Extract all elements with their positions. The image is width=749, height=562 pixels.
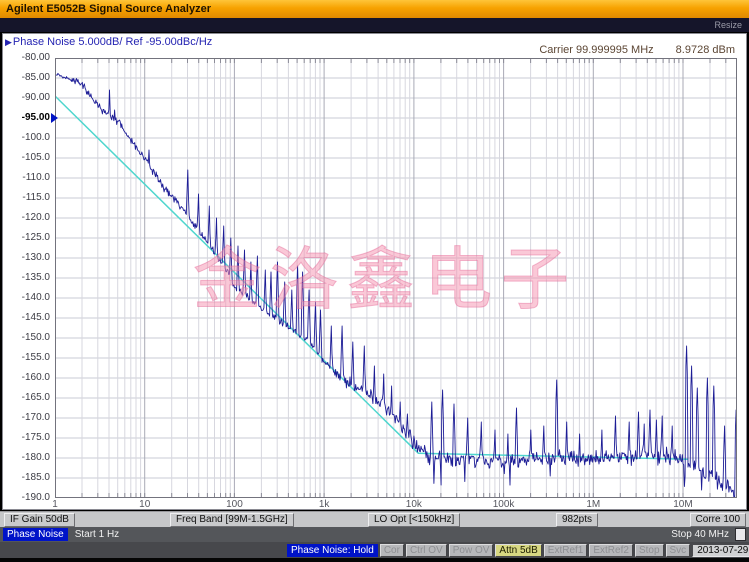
datetime-readout: 2013-07-29 18:14 [692,544,749,557]
y-tick-label: -100.0 [0,132,50,143]
sweep-range-bar: Phase Noise Start 1 Hz Stop 40 MHz [0,527,749,542]
sweep-start-label[interactable]: Start 1 Hz [75,529,119,540]
y-tick-label: -140.0 [0,292,50,303]
x-tick-label: 100k [482,499,526,510]
y-tick-label: -85.00 [0,72,50,83]
y-tick-label: -150.0 [0,332,50,343]
measurement-status-chip[interactable]: Phase Noise: Hold [287,544,378,557]
info-chip-corre[interactable]: Corre 100 [690,513,746,527]
bottom-edge [0,558,749,562]
carrier-readout: Carrier 99.999995 MHz 8.9728 dBm [539,44,735,56]
y-tick-label: -120.0 [0,212,50,223]
y-tick-label: -170.0 [0,412,50,423]
x-tick-label: 10k [392,499,436,510]
window-title: Agilent E5052B Signal Source Analyzer [6,3,211,15]
y-tick-label: -135.0 [0,272,50,283]
instrument-status-bar: Phase Noise: Hold CorCtrl OVPow OVAttn 5… [0,542,749,558]
status-indicator-extref2: ExtRef2 [589,544,633,557]
window-titlebar: Agilent E5052B Signal Source Analyzer [0,0,749,18]
info-chip-982pts[interactable]: 982pts [556,513,598,527]
trace-scale-readout[interactable]: ▶Phase Noise 5.000dB/ Ref -95.00dBc/Hz [5,36,212,48]
scrollbar-handle[interactable] [735,528,746,541]
reference-level-marker [51,113,58,123]
x-tick-label: 1M [571,499,615,510]
x-tick-label: 10M [661,499,705,510]
resize-button[interactable]: Resize [714,20,749,30]
y-tick-label: -115.0 [0,192,50,203]
status-indicator-ctrlov: Ctrl OV [406,544,447,557]
y-tick-label: -80.00 [0,52,50,63]
x-tick-label: 100 [212,499,256,510]
x-tick-label: 1 [33,499,77,510]
y-tick-label: -185.0 [0,472,50,483]
y-tick-label: -130.0 [0,252,50,263]
trace-marker-icon: ▶ [5,37,12,47]
sweep-stop-label[interactable]: Stop 40 MHz [671,529,729,540]
carrier-power-value: 8.9728 dBm [676,44,735,56]
info-chip-lo[interactable]: LO Opt [<150kHz] [368,513,460,527]
x-tick-label: 10 [123,499,167,510]
status-indicator-extref1: ExtRef1 [544,544,588,557]
carrier-frequency-value: Carrier 99.999995 MHz [539,44,653,56]
y-tick-label: -110.0 [0,172,50,183]
y-tick-label: -145.0 [0,312,50,323]
info-chip-freq[interactable]: Freq Band [99M-1.5GHz] [170,513,294,527]
status-indicator-stop: Stop [635,544,664,557]
x-tick-label: 1k [302,499,346,510]
trace-scale-label: Phase Noise 5.000dB/ Ref -95.00dBc/Hz [13,36,212,48]
y-tick-label: -175.0 [0,432,50,443]
y-tick-label: -105.0 [0,152,50,163]
status-indicator-cor: Cor [380,544,404,557]
y-tick-label: -165.0 [0,392,50,403]
y-tick-label: -155.0 [0,352,50,363]
resize-strip: Resize [0,18,749,32]
phase-noise-plot [55,58,737,498]
measurement-mode-chip[interactable]: Phase Noise [3,528,68,541]
y-tick-label: -95.00 [0,112,50,123]
instrument-screen: Agilent E5052B Signal Source Analyzer Re… [0,0,749,562]
measurement-info-bar: IF Gain 50dB Freq Band [99M-1.5GHz] LO Opt… [0,511,749,527]
status-indicator-powov: Pow OV [449,544,494,557]
y-tick-label: -125.0 [0,232,50,243]
y-tick-label: -160.0 [0,372,50,383]
y-tick-label: -90.00 [0,92,50,103]
y-tick-label: -180.0 [0,452,50,463]
status-indicator-svc: Svc [666,544,691,557]
phase-noise-trace-svg [55,58,737,498]
info-chip-if[interactable]: IF Gain 50dB [4,513,75,527]
status-indicator-attn5db: Attn 5dB [495,544,541,557]
